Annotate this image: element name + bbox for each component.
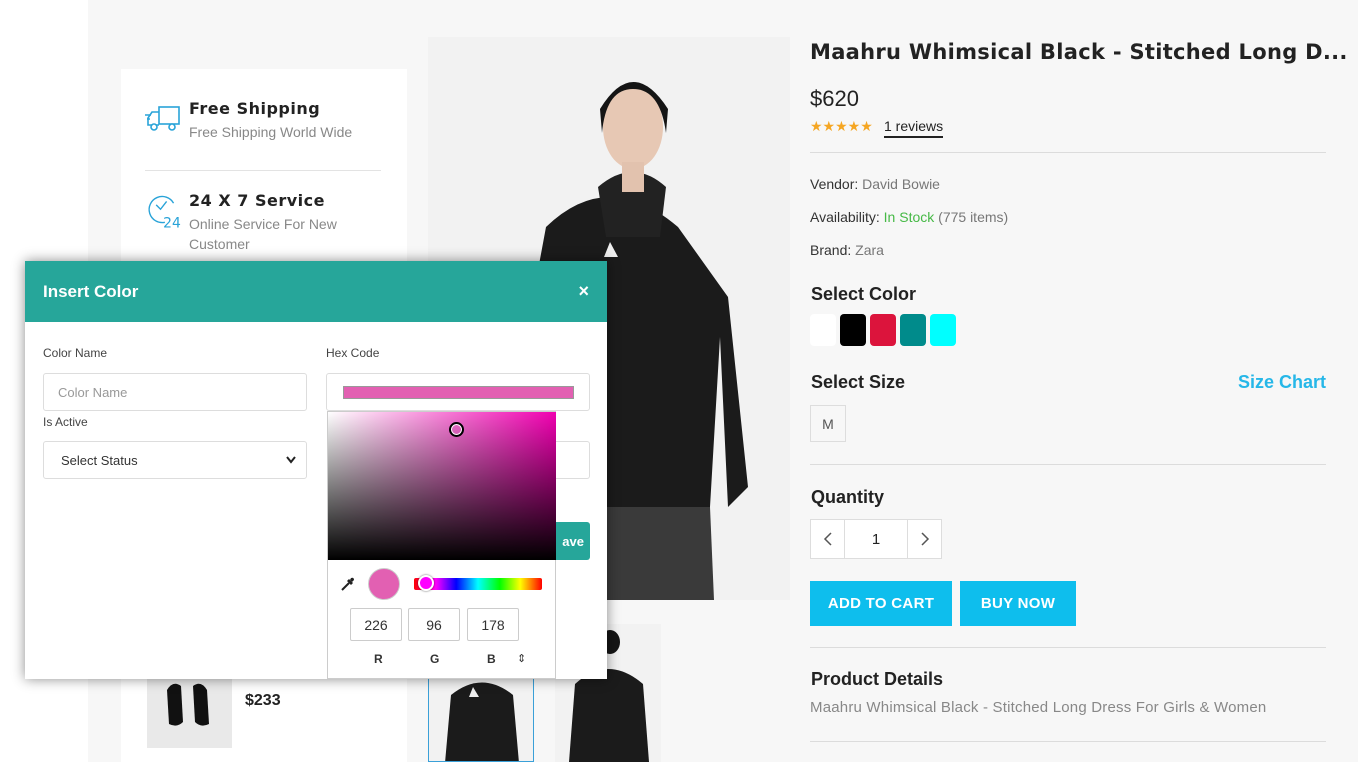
- related-product-image[interactable]: [147, 672, 232, 748]
- color-swatch[interactable]: [810, 314, 836, 346]
- decrease-button[interactable]: [811, 520, 844, 558]
- vendor-row: Vendor: David Bowie: [810, 176, 940, 192]
- divider: [810, 741, 1326, 742]
- select-size-label: Select Size: [811, 372, 906, 392]
- color-swatch[interactable]: [900, 314, 926, 346]
- increase-button[interactable]: [908, 520, 941, 558]
- chevron-down-icon: [286, 456, 296, 464]
- hue-slider-thumb[interactable]: [418, 575, 434, 591]
- chevron-left-icon: [823, 532, 832, 546]
- chevron-right-icon: [920, 532, 929, 546]
- vendor-label: Vendor:: [810, 176, 859, 192]
- add-to-cart-button[interactable]: ADD TO CART: [810, 581, 952, 626]
- product-details-heading: Product Details: [811, 669, 944, 689]
- product-details-text: Maahru Whimsical Black - Stitched Long D…: [810, 699, 1267, 716]
- service-title: 24 X 7 Service: [189, 191, 325, 210]
- select-color-label: Select Color: [811, 284, 917, 304]
- color-name-input[interactable]: Color Name: [43, 373, 307, 411]
- color-cursor[interactable]: [449, 422, 464, 437]
- green-input[interactable]: 96: [408, 608, 460, 641]
- rating-stars: ★★★★★: [810, 118, 873, 134]
- saturation-value-area[interactable]: [328, 412, 556, 560]
- product-price: $620: [810, 86, 859, 111]
- color-swatch[interactable]: [870, 314, 896, 346]
- color-swatch[interactable]: [840, 314, 866, 346]
- vendor-value: David Bowie: [862, 176, 940, 192]
- hex-color-bar[interactable]: [343, 386, 574, 399]
- product-title: Maahru Whimsical Black - Stitched Long D…: [810, 40, 1348, 64]
- service-free-shipping: Free Shipping Free Shipping World Wide: [145, 99, 359, 142]
- blue-label: B: [487, 652, 496, 666]
- green-label: G: [430, 652, 440, 666]
- color-swatches: [810, 314, 956, 346]
- color-name-label: Color Name: [43, 346, 108, 360]
- divider: [145, 170, 381, 171]
- related-product-price: $233: [245, 692, 281, 709]
- is-active-label: Is Active: [43, 415, 88, 429]
- divider: [810, 647, 1326, 648]
- red-input[interactable]: 226: [350, 608, 402, 641]
- size-chart-link[interactable]: Size Chart: [1238, 372, 1326, 393]
- eyedropper-icon[interactable]: [340, 576, 356, 592]
- divider: [810, 464, 1326, 465]
- quantity-label: Quantity: [811, 487, 885, 507]
- availability-label: Availability:: [810, 209, 880, 225]
- brand-row: Brand: Zara: [810, 242, 884, 258]
- status-selected: Select Status: [61, 452, 138, 468]
- color-picker: 226 96 178 R G B ⇕: [327, 411, 556, 679]
- svg-text:24: 24: [163, 216, 181, 231]
- quantity-stepper: 1: [810, 519, 942, 559]
- close-icon[interactable]: ×: [578, 281, 589, 302]
- partially-hidden-field[interactable]: [554, 441, 590, 479]
- clock-24-icon: 24: [148, 195, 181, 231]
- divider: [810, 152, 1326, 153]
- brand-label: Brand:: [810, 242, 852, 258]
- truck-icon: [145, 106, 180, 131]
- service-title: Free Shipping: [189, 99, 321, 118]
- brand-value: Zara: [855, 242, 884, 258]
- modal-title: Insert Color: [43, 281, 139, 301]
- quantity-input[interactable]: 1: [844, 520, 908, 558]
- modal-header: Insert Color ×: [25, 261, 607, 322]
- blue-input[interactable]: 178: [467, 608, 519, 641]
- red-label: R: [374, 652, 383, 666]
- mode-toggle-icon[interactable]: ⇕: [517, 652, 526, 665]
- insert-color-modal: Insert Color × Color Name Color Name Hex…: [25, 261, 607, 679]
- service-subtitle: Online Service For New Customer: [189, 216, 337, 252]
- color-preview: [368, 568, 400, 600]
- buy-now-button[interactable]: BUY NOW: [960, 581, 1076, 626]
- reviews-link[interactable]: 1 reviews: [884, 118, 944, 138]
- size-option[interactable]: M: [810, 405, 846, 442]
- service-subtitle: Free Shipping World Wide: [189, 124, 353, 140]
- hex-code-label: Hex Code: [326, 346, 380, 360]
- availability-status: In Stock: [883, 209, 935, 225]
- color-swatch[interactable]: [930, 314, 956, 346]
- availability-count: (775 items): [938, 209, 1009, 225]
- service-24x7: 24 24 X 7 Service Online Service For New…: [145, 191, 359, 254]
- status-select[interactable]: Select Status: [43, 441, 307, 479]
- availability-row: Availability: In Stock (775 items): [810, 209, 1008, 225]
